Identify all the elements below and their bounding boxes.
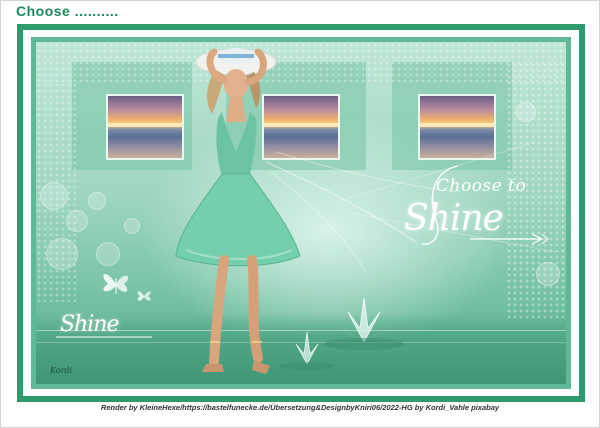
woman-figure-render (175, 48, 301, 374)
arrow-flourish-icon (470, 233, 549, 245)
swash-flourish-icon (421, 165, 459, 245)
artist-signature: Kordi (50, 366, 73, 375)
page-title: Choose .......... (16, 3, 119, 19)
render-credit-line: Render by KleineHexe/https://bastelfunec… (100, 403, 500, 412)
butterfly-small-icon (137, 291, 151, 301)
underline-flourish-icon (56, 336, 152, 338)
artwork-canvas: Choose to Shine Shine Kordi (36, 42, 566, 384)
